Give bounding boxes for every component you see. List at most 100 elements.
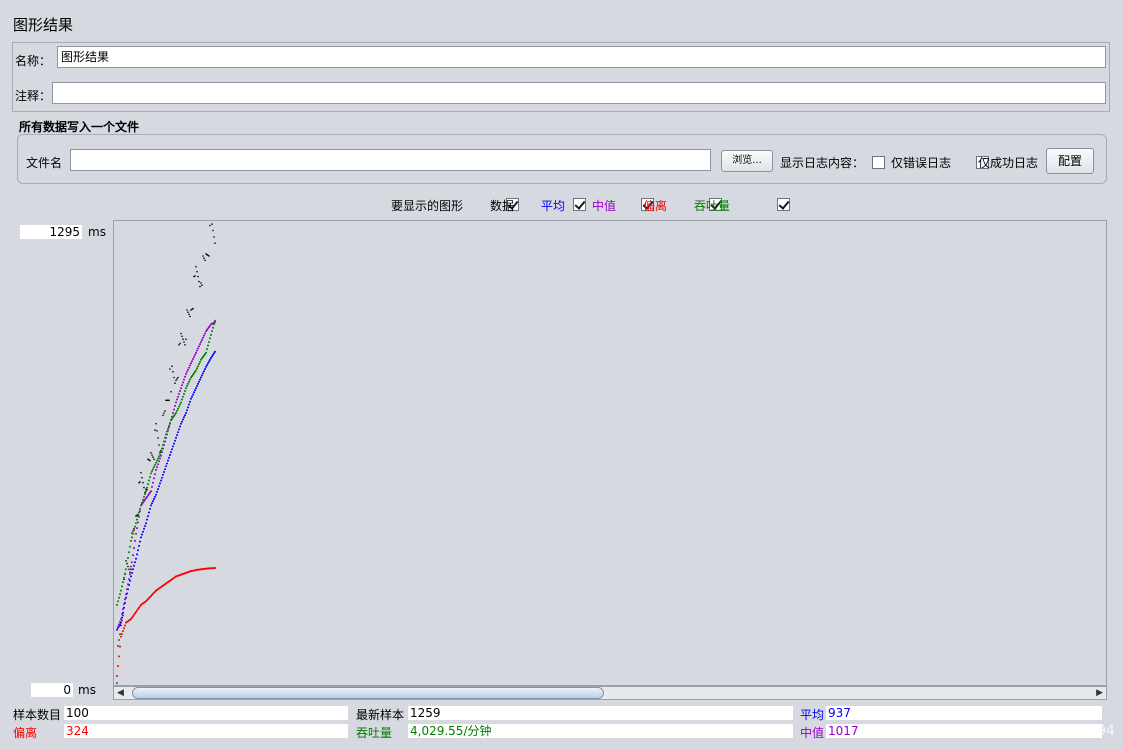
point <box>171 365 173 367</box>
point <box>187 368 189 371</box>
scroll-right-icon[interactable]: ▶ <box>1096 688 1103 698</box>
point <box>116 674 118 677</box>
point <box>152 456 154 458</box>
point <box>205 351 207 354</box>
point <box>157 463 159 466</box>
throughput-checkbox[interactable] <box>776 198 790 211</box>
y-axis-min[interactable]: 0 <box>31 683 73 697</box>
point <box>210 333 212 336</box>
point <box>122 630 124 633</box>
point <box>181 420 183 423</box>
point <box>159 482 161 485</box>
point <box>136 527 138 530</box>
point <box>117 626 119 629</box>
point <box>154 473 156 476</box>
point <box>161 447 163 450</box>
point <box>139 540 141 543</box>
errors-only-checkbox[interactable] <box>872 156 885 169</box>
point <box>192 393 194 396</box>
point <box>192 307 194 310</box>
point <box>117 600 119 603</box>
scrollbar-thumb[interactable] <box>132 687 604 699</box>
point <box>129 571 131 573</box>
point <box>184 344 186 346</box>
point <box>130 539 132 542</box>
point <box>162 444 164 446</box>
point <box>184 414 186 417</box>
point <box>178 344 180 346</box>
point <box>194 353 196 356</box>
point <box>165 465 167 468</box>
point <box>204 332 206 335</box>
point <box>132 554 134 557</box>
errors-only-label: 仅错误日志 <box>891 156 952 170</box>
point <box>179 390 181 392</box>
point <box>137 549 139 552</box>
latest-sample-value[interactable]: 1259 <box>408 706 793 720</box>
point <box>204 368 206 370</box>
point <box>191 360 193 363</box>
point <box>175 412 177 414</box>
point <box>185 373 187 375</box>
point <box>183 341 185 343</box>
point <box>203 370 205 373</box>
point <box>158 485 160 488</box>
point <box>119 593 121 596</box>
point <box>128 551 130 554</box>
point <box>163 440 165 443</box>
point <box>125 560 127 562</box>
configure-button[interactable]: 配置 <box>1046 148 1094 174</box>
point <box>200 376 202 379</box>
graph-area <box>113 220 1107 686</box>
point <box>157 457 159 460</box>
average-label: 平均 <box>800 708 825 722</box>
horizontal-scrollbar[interactable]: ◀ ▶ <box>113 686 1107 700</box>
point <box>195 387 197 390</box>
point <box>124 624 126 627</box>
y-axis-max[interactable]: 1295 <box>20 225 82 239</box>
point <box>135 557 137 560</box>
point <box>173 442 175 445</box>
point <box>140 536 142 539</box>
average-value[interactable]: 937 <box>826 706 1102 720</box>
point <box>180 387 182 390</box>
point <box>118 623 120 626</box>
point <box>166 430 168 433</box>
point <box>147 483 149 486</box>
filename-input[interactable] <box>70 149 711 171</box>
throughput-value[interactable]: 4,029.55/分钟 <box>408 724 793 738</box>
point <box>214 319 216 322</box>
point <box>186 385 188 387</box>
deviation-value[interactable]: 324 <box>64 724 348 738</box>
point <box>168 456 170 459</box>
point <box>207 362 209 365</box>
point <box>186 409 188 412</box>
data-legend-label: 数据 <box>490 199 515 213</box>
name-field[interactable]: 图形结果 <box>57 46 1106 68</box>
point <box>148 511 150 514</box>
point <box>143 486 145 489</box>
point <box>157 488 159 491</box>
point <box>201 338 203 341</box>
throughput-legend-label: 吞吐量 <box>694 199 731 213</box>
point <box>169 368 171 370</box>
point <box>167 427 169 430</box>
point <box>211 223 213 225</box>
point <box>133 564 135 567</box>
point <box>132 532 134 535</box>
average-checkbox[interactable] <box>573 198 587 211</box>
point <box>120 589 122 592</box>
point <box>128 568 130 571</box>
browse-button[interactable]: 浏览... <box>721 150 773 172</box>
point <box>177 431 179 434</box>
scroll-left-icon[interactable]: ◀ <box>117 688 124 698</box>
point <box>155 422 157 425</box>
point <box>173 408 175 411</box>
point <box>164 436 166 439</box>
point <box>164 410 166 412</box>
point <box>145 522 147 525</box>
point <box>142 481 144 484</box>
comment-field[interactable] <box>52 82 1106 104</box>
point <box>150 472 152 475</box>
sample-count-value[interactable]: 100 <box>64 706 348 720</box>
